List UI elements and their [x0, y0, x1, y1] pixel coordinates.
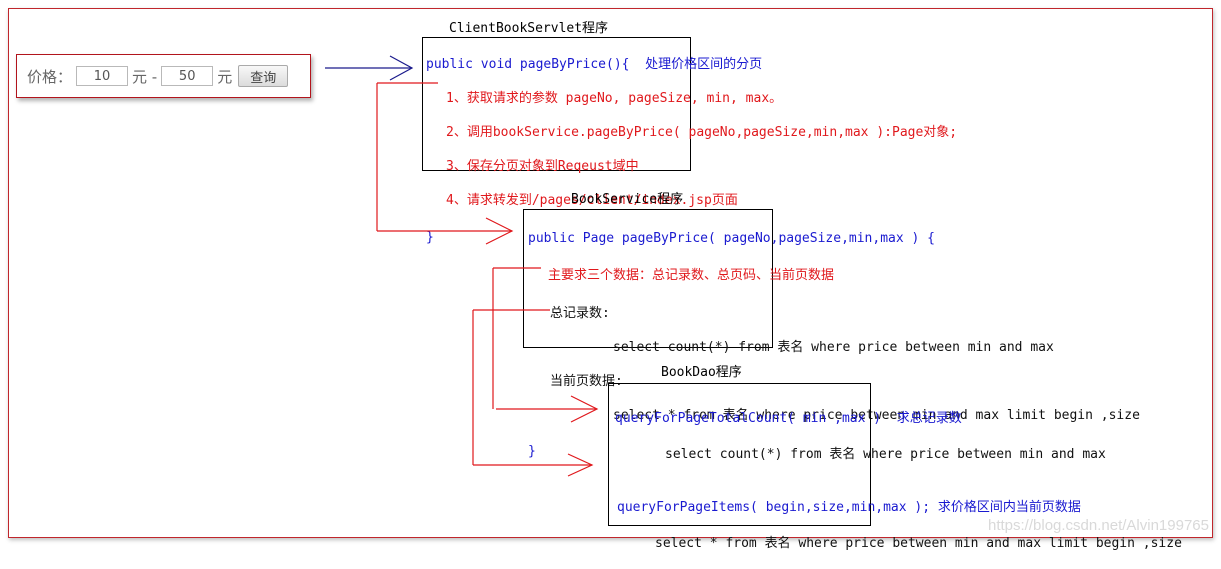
servlet-step-4: 4、请求转发到/pages/client/index.jsp页面	[446, 193, 738, 208]
service-title: BookService程序	[571, 192, 684, 207]
unit-max-label: 元	[217, 67, 233, 86]
servlet-step-2: 2、调用bookService.pageByPrice( pageNo,page…	[446, 125, 958, 140]
service-total-label: 总记录数:	[550, 306, 610, 321]
min-price-input[interactable]	[76, 66, 129, 86]
service-note: 主要求三个数据：总记录数、总页码、当前页数据	[548, 268, 835, 283]
service-total-sql: select count(*) from 表名 where price betw…	[613, 340, 1054, 355]
dao-count-sql: select count(*) from 表名 where price betw…	[665, 447, 1106, 462]
dao-count-method: queryForPageTotalCount( min ,max )	[615, 411, 882, 426]
dao-code: queryForPageTotalCount( min ,max ) 求总记录数…	[615, 393, 1182, 569]
watermark: https://blog.csdn.net/Alvin199765	[988, 517, 1209, 534]
servlet-signature: public void pageByPrice(){	[426, 57, 630, 72]
dao-items-sql: select * from 表名 where price between min…	[655, 536, 1182, 551]
dao-title: BookDao程序	[661, 365, 742, 380]
query-button[interactable]: 查询	[238, 65, 289, 87]
servlet-step-3: 3、保存分页对象到Reqeust域中	[446, 159, 639, 174]
dao-count-comment: 求总记录数	[881, 411, 962, 426]
dao-items-method: queryForPageItems( begin,size,min,max );	[617, 500, 931, 515]
max-price-input[interactable]	[161, 66, 214, 86]
unit-min-label: 元 -	[132, 67, 158, 86]
servlet-step-1: 1、获取请求的参数 pageNo, pageSize, min, max。	[446, 91, 783, 106]
price-label: 价格：	[27, 67, 73, 86]
dao-items-comment: 求价格区间内当前页数据	[930, 500, 1081, 515]
price-search-form: 价格： 元 - 元 查询	[16, 54, 311, 98]
servlet-title: ClientBookServlet程序	[449, 21, 609, 36]
service-signature: public Page pageByPrice( pageNo,pageSize…	[528, 231, 935, 246]
servlet-comment: 处理价格区间的分页	[629, 57, 763, 72]
